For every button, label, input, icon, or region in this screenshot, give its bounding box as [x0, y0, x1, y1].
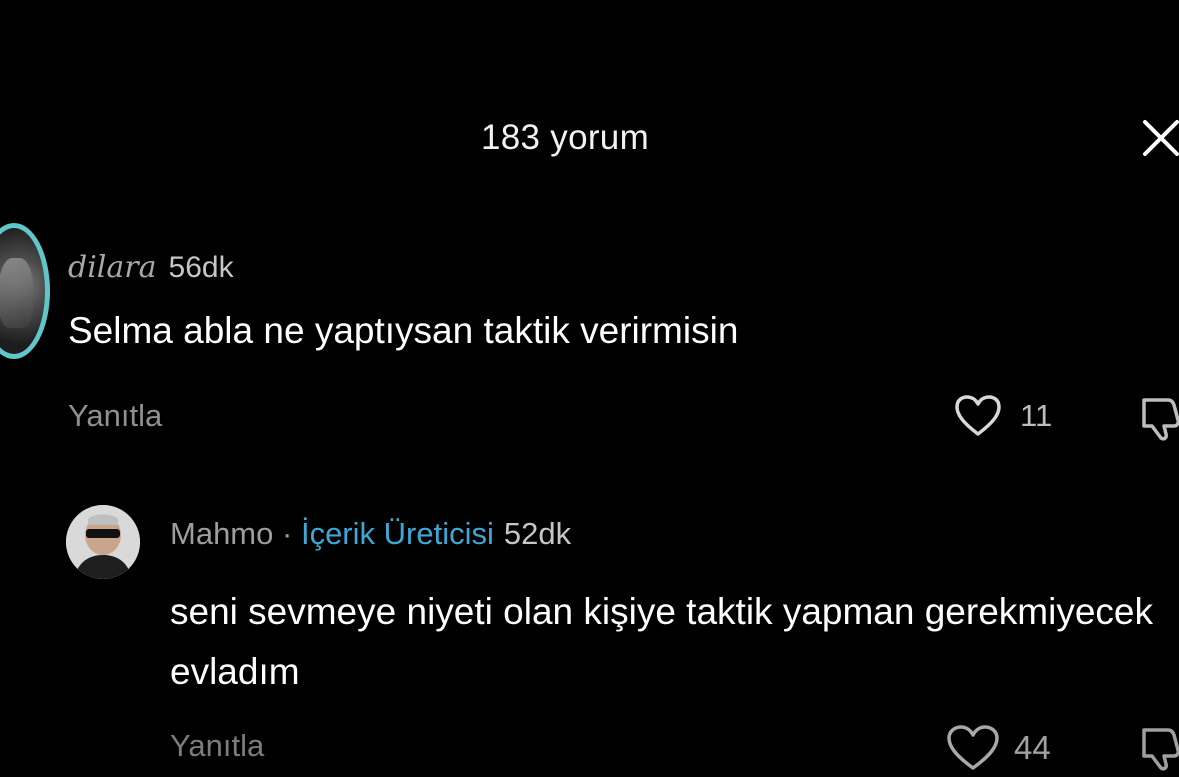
avatar[interactable] [66, 505, 140, 579]
like-count: 44 [1014, 729, 1051, 766]
comment-text: seni sevmeye niyeti olan kişiye taktik y… [170, 591, 1153, 692]
comment-meta: Mahmo · İçerik Üreticisi 52dk [170, 516, 571, 552]
comment-text: Selma abla ne yaptıysan taktik verirmisi… [68, 310, 739, 351]
comment-time: 52dk [503, 516, 572, 551]
heart-icon [955, 395, 1001, 436]
thumbs-down-icon [1142, 398, 1179, 441]
dislike-button[interactable] [1138, 396, 1179, 442]
like-count: 11 [1020, 398, 1053, 433]
avatar-image [66, 505, 140, 579]
like-button[interactable]: 44 [946, 724, 1051, 772]
comment-time: 56dk [168, 251, 234, 284]
like-button[interactable]: 11 [954, 394, 1052, 438]
reply-button[interactable]: Yanıtla [68, 398, 162, 434]
reply-button[interactable]: Yanıtla [170, 728, 264, 764]
thumbs-down-icon [1142, 728, 1179, 771]
comment-username[interactable]: dilara [68, 250, 157, 285]
comment-username[interactable]: Mahmo [170, 516, 273, 551]
dislike-button[interactable] [1138, 726, 1179, 772]
comment-meta: dilara 56dk [68, 250, 234, 285]
comments-count-title: 183 yorum [480, 118, 650, 157]
avatar-image [0, 258, 33, 328]
creator-badge: İçerik Üreticisi [300, 516, 494, 551]
avatar[interactable] [0, 223, 50, 359]
close-button[interactable] [1141, 118, 1179, 158]
meta-separator: · [282, 516, 293, 551]
close-icon [1143, 120, 1179, 156]
heart-icon [947, 725, 999, 770]
